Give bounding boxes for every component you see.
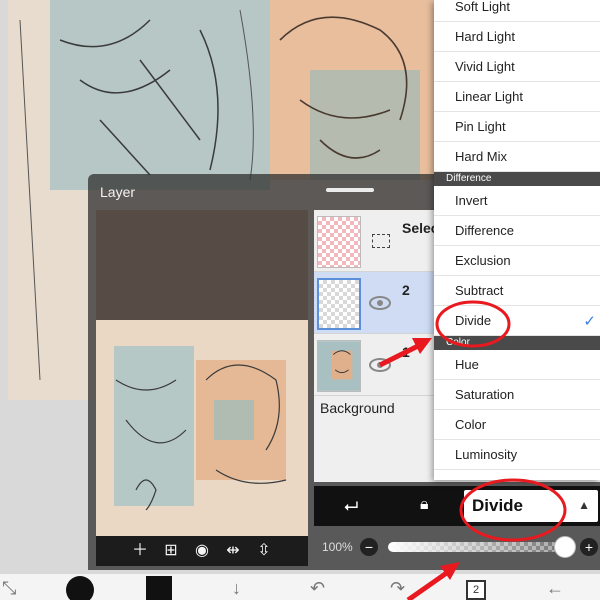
chevron-up-icon: ▲ (578, 498, 590, 512)
menu-item-label: Color (455, 417, 487, 432)
check-icon: ✓ (583, 313, 596, 330)
redo-icon[interactable]: ↷ (390, 578, 405, 599)
opacity-decrease-button[interactable]: − (360, 538, 378, 556)
background-label: Background (320, 400, 395, 416)
opacity-slider-handle[interactable] (554, 536, 576, 558)
menu-item-label: Vivid Light (455, 59, 515, 74)
menu-section-color: Color (434, 336, 600, 350)
down-arrow-icon[interactable]: ↓ (232, 578, 241, 599)
menu-item-label: Divide (455, 313, 492, 328)
menu-item-linear-light[interactable]: Linear Light (434, 82, 600, 112)
menu-item-label: Invert (455, 193, 488, 208)
menu-item-luminosity[interactable]: Luminosity (434, 440, 600, 470)
opacity-control: 100% − + (314, 530, 600, 566)
layer-panel-title: Layer (100, 184, 136, 200)
menu-item-label: Linear Light (455, 89, 523, 104)
menu-item-label: Luminosity (455, 447, 518, 462)
flip-vertical-icon[interactable]: ⇳ (255, 542, 273, 560)
menu-item-saturation[interactable]: Saturation (434, 380, 600, 410)
menu-item-exclusion[interactable]: Exclusion (434, 246, 600, 276)
preview-image (96, 320, 308, 540)
menu-item-label: Exclusion (455, 253, 511, 268)
bottom-toolbar: ⤡ ↓ ↶ ↷ 2 ← (0, 574, 600, 600)
back-icon[interactable]: ← (546, 578, 564, 599)
blend-mode-menu: Soft Light Hard Light Vivid Light Linear Li… (434, 0, 600, 480)
selection-icon (372, 234, 390, 248)
menu-item-label: Difference (455, 223, 515, 238)
menu-item-label: Saturation (455, 387, 515, 402)
canvas-preview[interactable] (96, 210, 308, 540)
layer-name: 1 (402, 344, 410, 360)
flip-horizontal-icon[interactable]: ⇹ (224, 542, 242, 560)
menu-item-vivid-light[interactable]: Vivid Light (434, 52, 600, 82)
layer-thumbnail (317, 216, 361, 268)
preview-toolbar: ＋ ⊞ ◉ ⇹ ⇳ (96, 536, 308, 566)
layer-thumbnail (317, 278, 361, 330)
clipping-icon[interactable]: ⮠ (344, 496, 358, 517)
transform-icon[interactable]: ⤡ (2, 578, 16, 599)
menu-item-label: Pin Light (455, 119, 506, 134)
menu-item-label: Hue (455, 357, 479, 372)
menu-item-hue[interactable]: Hue (434, 350, 600, 380)
menu-item-subtract[interactable]: Subtract (434, 276, 600, 306)
menu-section-label: Difference (446, 173, 492, 184)
panel-drag-handle[interactable] (326, 188, 374, 192)
eye-icon[interactable] (368, 294, 392, 312)
menu-item-pin-light[interactable]: Pin Light (434, 112, 600, 142)
blend-mode-select[interactable]: Divide ▲ (464, 490, 598, 522)
camera-icon[interactable]: ◉ (193, 542, 211, 560)
menu-item-label: Hard Light (455, 29, 515, 44)
layer-count-button[interactable]: 2 (466, 580, 486, 600)
color-swatch[interactable] (146, 576, 172, 600)
add-layer-box-icon[interactable]: ⊞ (162, 542, 180, 560)
menu-section-difference: Difference (434, 172, 600, 186)
menu-item-soft-light[interactable]: Soft Light (434, 0, 600, 22)
menu-item-hard-mix[interactable]: Hard Mix (434, 142, 600, 172)
opacity-increase-button[interactable]: + (580, 538, 598, 556)
menu-item-divide[interactable]: Divide ✓ (434, 306, 600, 336)
layer-name: 2 (402, 282, 410, 298)
layer-thumbnail (317, 340, 361, 392)
alpha-lock-icon[interactable]: 🔒︎ (420, 496, 429, 514)
undo-icon[interactable]: ↶ (310, 578, 325, 599)
opacity-slider[interactable] (388, 542, 558, 552)
menu-section-label: Color (446, 337, 470, 348)
menu-item-label: Hard Mix (455, 149, 508, 164)
menu-item-label: Soft Light (455, 0, 510, 14)
menu-item-label: Subtract (455, 283, 504, 298)
app-root: Layer ＋ ⊞ ◉ ⇹ ⇳ Selec 2 1 Background ⮠ 🔒… (0, 0, 600, 600)
menu-item-difference[interactable]: Difference (434, 216, 600, 246)
menu-item-invert[interactable]: Invert (434, 186, 600, 216)
menu-item-color[interactable]: Color (434, 410, 600, 440)
menu-item-hard-light[interactable]: Hard Light (434, 22, 600, 52)
blend-bar: ⮠ 🔒︎ Divide ▲ (314, 486, 600, 526)
blend-mode-value: Divide (472, 496, 524, 515)
eye-icon[interactable] (368, 356, 392, 374)
brush-size-icon[interactable] (66, 576, 94, 600)
opacity-label: 100% (322, 540, 353, 554)
add-layer-icon[interactable]: ＋ (131, 542, 149, 560)
